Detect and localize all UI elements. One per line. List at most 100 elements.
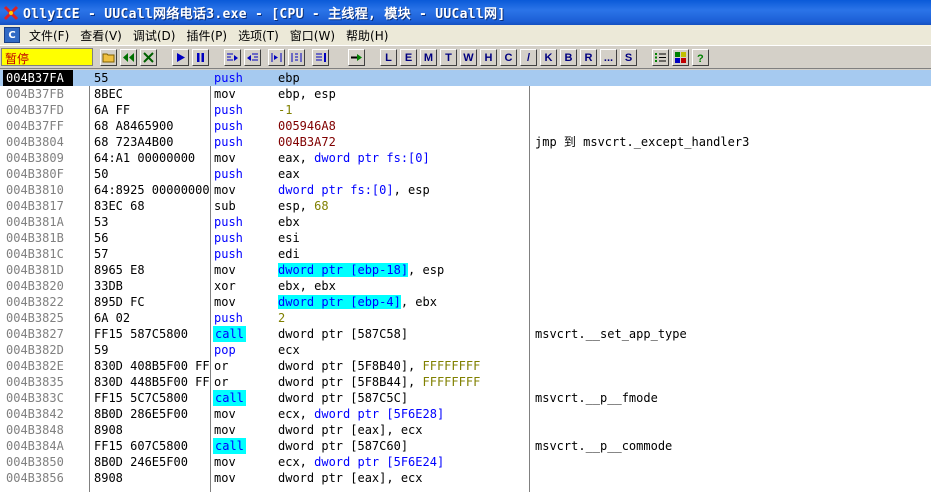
address-cell: 004B3856 (6, 471, 64, 485)
hex-dump-cell: 57 (94, 247, 109, 261)
disasm-row[interactable]: 004B381B 56 push esi (0, 230, 931, 246)
mnemonic-cell: mov (214, 423, 236, 437)
open-file-button[interactable] (100, 49, 117, 66)
address-cell: 004B383C (6, 391, 64, 405)
disasm-row[interactable]: 004B380F 50 push eax (0, 166, 931, 182)
disasm-row[interactable]: 004B3817 83EC 68 sub esp, 68 (0, 198, 931, 214)
hex-dump-cell: 33DB (94, 279, 123, 293)
menu-help[interactable]: 帮助(H) (342, 27, 395, 44)
disasm-row[interactable]: 004B37FB 8BEC mov ebp, esp (0, 86, 931, 102)
toolbar-letter-button[interactable]: W (460, 49, 477, 66)
close-button[interactable] (140, 49, 157, 66)
toolbar-letter-button[interactable]: K (540, 49, 557, 66)
disasm-row[interactable]: 004B37FA 55 push ebp (0, 70, 931, 86)
grid-icon (675, 52, 686, 63)
operand-cell: 004B3A72 (278, 135, 336, 149)
operand-cell: 005946A8 (278, 119, 336, 133)
disasm-row[interactable]: 004B382D 59 pop ecx (0, 342, 931, 358)
ollyice-app-icon (3, 5, 19, 21)
disasm-row[interactable]: 004B384A FF15 607C5800 call dword ptr [587C… (0, 438, 931, 454)
comment-cell: jmp 到 msvcrt._except_handler3 (535, 135, 750, 149)
disasm-row[interactable]: 004B37FD 6A FF push -1 (0, 102, 931, 118)
toolbar-letter-button[interactable]: C (500, 49, 517, 66)
address-cell: 004B3850 (6, 455, 64, 469)
disasm-row[interactable]: 004B3827 FF15 587C5800 call dword ptr [587C… (0, 326, 931, 342)
disassembly-pane[interactable]: 004B37FA 55 push ebp 004B37FB 8BEC mov ebp, esp… (0, 70, 931, 492)
disasm-row[interactable]: 004B382E 830D 408B5F00 FF or dword ptr [5F8… (0, 358, 931, 374)
hex-dump-cell: 68 723A4B00 (94, 135, 174, 149)
toolbar-letter-button[interactable]: B (560, 49, 577, 66)
operand-cell: ebp, esp (278, 87, 336, 101)
disasm-row[interactable]: 004B3848 8908 mov dword ptr [eax], ecx (0, 422, 931, 438)
disasm-row[interactable]: 004B3835 830D 448B5F00 FF or dword ptr [5F8… (0, 374, 931, 390)
restart-button[interactable] (120, 49, 137, 66)
toolbar-letter-button[interactable]: L (380, 49, 397, 66)
menu-plugins[interactable]: 插件(P) (182, 27, 234, 44)
options-list-button[interactable] (652, 49, 669, 66)
mnemonic-cell: mov (214, 183, 236, 197)
disasm-row[interactable]: 004B3804 68 723A4B00 push 004B3A72 jmp 到 msv… (0, 134, 931, 150)
address-cell: 004B381A (6, 215, 64, 229)
pause-button[interactable] (192, 49, 209, 66)
toolbar-letter-button[interactable]: / (520, 49, 537, 66)
run-button[interactable] (172, 49, 189, 66)
toolbar: 暂停 L E M T W H C / K B R ... S ? (0, 45, 931, 69)
address-cell: 004B382E (6, 359, 64, 373)
disasm-row[interactable]: 004B381D 8965 E8 mov dword ptr [ebp-18], es… (0, 262, 931, 278)
help-icon: ? (697, 53, 704, 64)
hex-dump-cell: 68 A8465900 (94, 119, 174, 133)
disasm-row[interactable]: 004B3820 33DB xor ebx, ebx (0, 278, 931, 294)
toolbar-letter-button[interactable]: E (400, 49, 417, 66)
toolbar-letter-button[interactable]: M (420, 49, 437, 66)
menu-options[interactable]: 选项(T) (234, 27, 286, 44)
menu-view[interactable]: 查看(V) (76, 27, 129, 44)
operand-cell: dword ptr [5F8B40], FFFFFFFF (278, 359, 481, 373)
toolbar-letter-button[interactable]: S (620, 49, 637, 66)
hex-dump-cell: 895D FC (94, 295, 145, 309)
cpu-window-icon[interactable]: C (4, 27, 20, 43)
hex-dump-cell: 8B0D 286E5F00 (94, 407, 188, 421)
toolbar-letter-button[interactable]: H (480, 49, 497, 66)
disasm-row[interactable]: 004B3825 6A 02 push 2 (0, 310, 931, 326)
step-into-button[interactable] (224, 49, 241, 66)
mnemonic-cell: push (214, 231, 243, 245)
toolbar-letter-button[interactable]: R (580, 49, 597, 66)
mnemonic-cell: push (214, 311, 243, 325)
address-cell: 004B3825 (6, 311, 64, 325)
toolbar-letter-button[interactable]: T (440, 49, 457, 66)
operand-cell: esp, 68 (278, 199, 329, 213)
title-bar[interactable]: OllyICE - UUCall网络电话3.exe - [CPU - 主线程, … (0, 0, 931, 25)
menu-file[interactable]: 文件(F) (25, 27, 76, 44)
operand-cell: edi (278, 247, 300, 261)
operand-cell: dword ptr [ebp-4], ebx (278, 295, 437, 309)
mnemonic-cell: mov (214, 471, 236, 485)
disasm-row[interactable]: 004B3809 64:A1 00000000 mov eax, dword ptr … (0, 150, 931, 166)
menu-debug[interactable]: 调试(D) (129, 27, 183, 44)
menu-window[interactable]: 窗口(W) (286, 27, 342, 44)
disasm-row[interactable]: 004B383C FF15 5C7C5800 call dword ptr [587C… (0, 390, 931, 406)
trace-over-button[interactable] (288, 49, 305, 66)
step-over-button[interactable] (244, 49, 261, 66)
execute-till-return-button[interactable] (312, 49, 329, 66)
return-icon (316, 53, 326, 62)
mnemonic-cell: mov (214, 455, 236, 469)
help-button[interactable]: ? (692, 49, 709, 66)
disasm-row[interactable]: 004B3842 8B0D 286E5F00 mov ecx, dword ptr [… (0, 406, 931, 422)
menu-bar: C 文件(F) 查看(V) 调试(D) 插件(P) 选项(T) 窗口(W) 帮助… (0, 25, 931, 45)
appearance-button[interactable] (672, 49, 689, 66)
trace-into-button[interactable] (268, 49, 285, 66)
toolbar-letter-button[interactable]: ... (600, 49, 617, 66)
address-cell: 004B382D (6, 343, 64, 357)
disasm-row[interactable]: 004B3810 64:8925 00000000 mov dword ptr fs:… (0, 182, 931, 198)
mnemonic-cell: mov (214, 295, 236, 309)
disasm-row[interactable]: 004B37FF 68 A8465900 push 005946A8 (0, 118, 931, 134)
disasm-row[interactable]: 004B3822 895D FC mov dword ptr [ebp-4], ebx (0, 294, 931, 310)
operand-cell: dword ptr [587C58] (278, 327, 409, 341)
disasm-row[interactable]: 004B381A 53 push ebx (0, 214, 931, 230)
hex-dump-cell: 50 (94, 167, 109, 181)
disasm-row[interactable]: 004B381C 57 push edi (0, 246, 931, 262)
comment-cell: msvcrt.__p__fmode (535, 391, 658, 405)
disasm-row[interactable]: 004B3856 8908 mov dword ptr [eax], ecx (0, 470, 931, 486)
go-to-user-code-button[interactable] (348, 49, 365, 66)
disasm-row[interactable]: 004B3850 8B0D 246E5F00 mov ecx, dword ptr [… (0, 454, 931, 470)
